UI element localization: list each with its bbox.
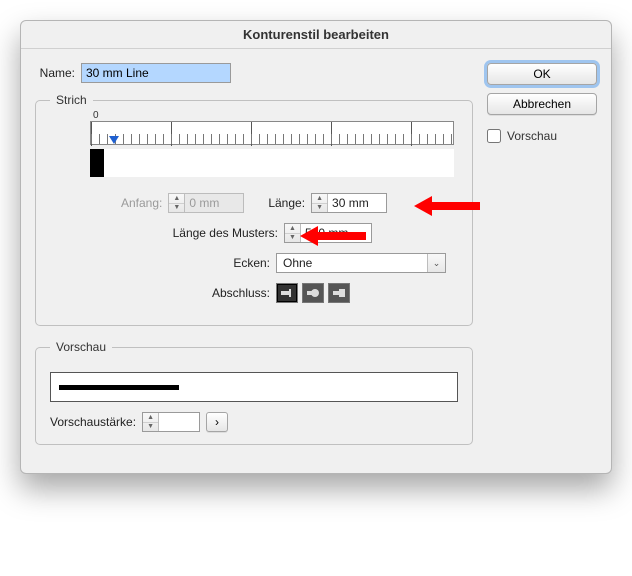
ecken-label: Ecken:	[130, 256, 270, 270]
ruler-zero-label: 0	[93, 110, 99, 121]
musterlaenge-stepper[interactable]: ▲▼ 500 mm	[284, 223, 372, 243]
cap-projecting-button[interactable]	[328, 283, 350, 303]
strich-legend: Strich	[50, 93, 93, 107]
stepper-icon[interactable]: ▲▼	[143, 413, 159, 431]
stepper-icon: ▲▼	[169, 194, 185, 212]
dash-editor[interactable]: 0	[50, 121, 458, 181]
anfang-label: Anfang:	[121, 196, 162, 210]
stepper-icon[interactable]: ▲▼	[312, 194, 328, 212]
dialog-title: Konturenstil bearbeiten	[21, 21, 611, 49]
ecken-select[interactable]: Ohne ⌄	[276, 253, 446, 273]
anfang-value: 0 mm	[185, 194, 243, 212]
vorschaustaerke-stepper[interactable]: ▲▼	[142, 412, 200, 432]
vorschau-checkbox[interactable]: Vorschau	[487, 129, 597, 143]
vorschau-fieldset: Vorschau Vorschaustärke: ▲▼ ›	[35, 340, 473, 445]
vorschau-checkbox-label: Vorschau	[507, 129, 557, 143]
name-input[interactable]	[81, 63, 231, 83]
ruler-cursor-icon[interactable]	[109, 136, 119, 144]
laenge-value[interactable]: 30 mm	[328, 194, 386, 212]
laenge-stepper[interactable]: ▲▼ 30 mm	[311, 193, 387, 213]
strich-fieldset: Strich 0 Anfang: ▲▼	[35, 93, 473, 326]
ecken-value: Ohne	[277, 254, 427, 272]
vorschau-legend: Vorschau	[50, 340, 112, 354]
preview-dash	[59, 385, 179, 390]
vorschaustaerke-value[interactable]	[159, 413, 199, 431]
anfang-stepper: ▲▼ 0 mm	[168, 193, 244, 213]
preview-box	[50, 372, 458, 402]
name-label: Name:	[35, 66, 75, 80]
cap-butt-button[interactable]	[276, 283, 298, 303]
musterlaenge-label: Länge des Musters:	[138, 226, 278, 240]
musterlaenge-value[interactable]: 500 mm	[301, 224, 371, 242]
cap-round-button[interactable]	[302, 283, 324, 303]
abschluss-label: Abschluss:	[130, 286, 270, 300]
vorschaustaerke-next-button[interactable]: ›	[206, 412, 228, 432]
dialog: Konturenstil bearbeiten Name: Strich 0	[20, 20, 612, 474]
vorschaustaerke-label: Vorschaustärke:	[50, 415, 136, 429]
chevron-down-icon[interactable]: ⌄	[427, 254, 445, 272]
ok-button[interactable]: OK	[487, 63, 597, 85]
laenge-label: Länge:	[268, 196, 305, 210]
cancel-button[interactable]: Abbrechen	[487, 93, 597, 115]
vorschau-checkbox-input[interactable]	[487, 129, 501, 143]
stepper-icon[interactable]: ▲▼	[285, 224, 301, 242]
